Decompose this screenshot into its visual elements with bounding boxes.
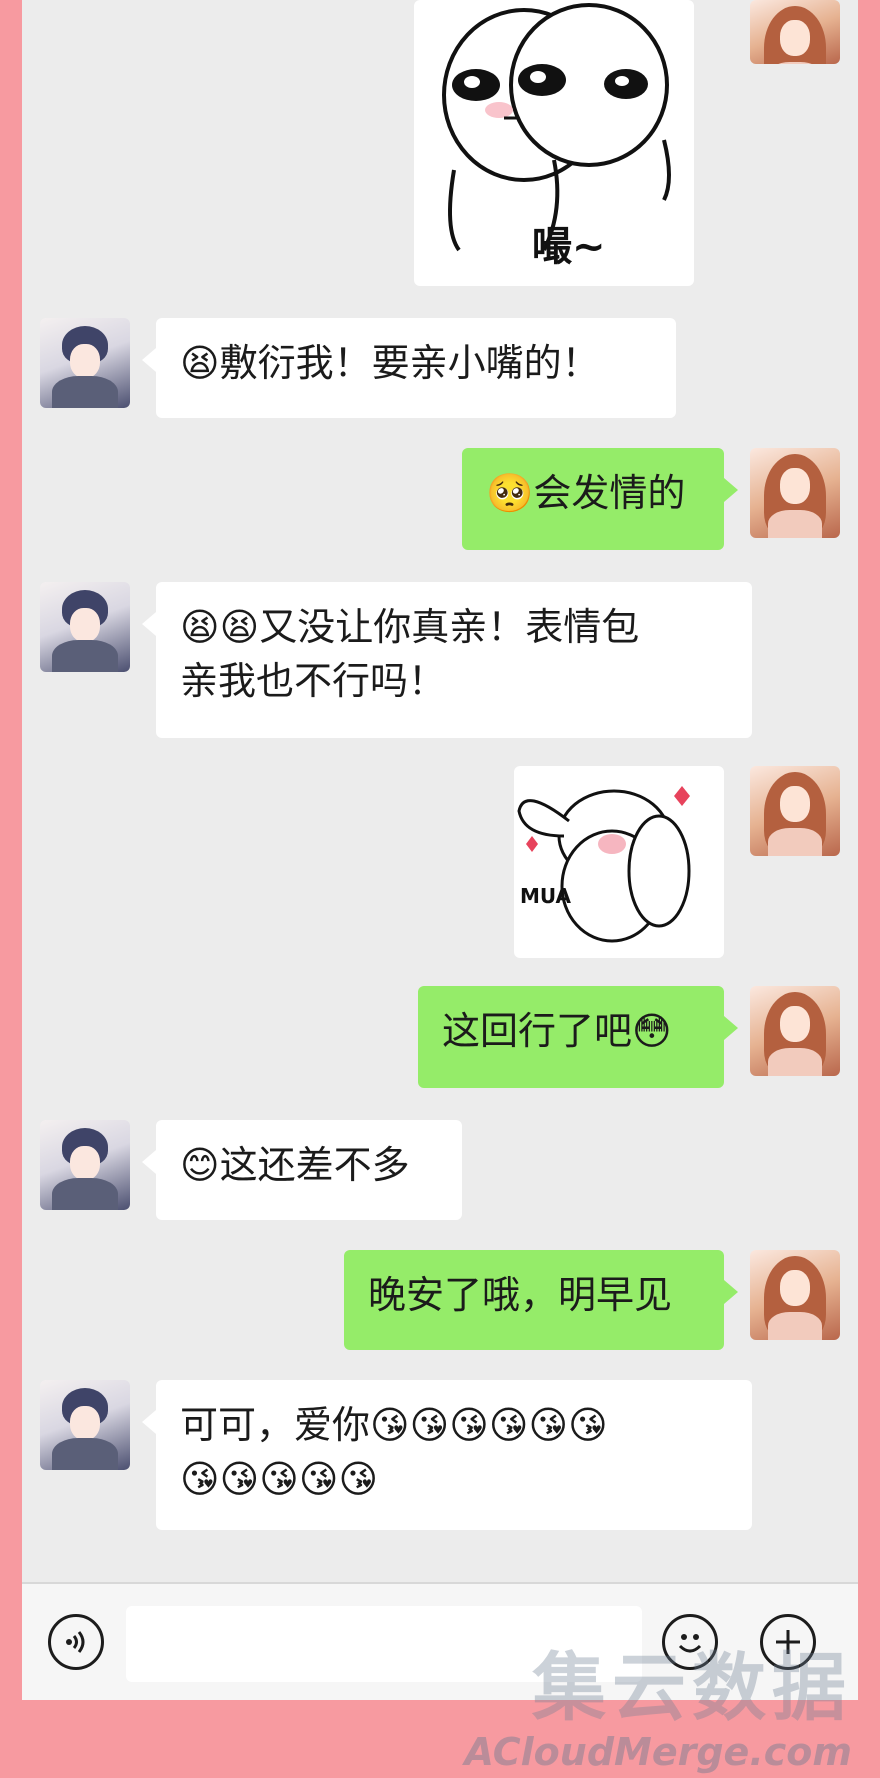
avatar-girl[interactable] — [750, 448, 840, 538]
mua-sticker-image — [517, 786, 691, 943]
avatar-girl[interactable] — [750, 1250, 840, 1340]
watermark-cn: 集云数据 — [532, 1645, 852, 1731]
avatar-boy[interactable] — [40, 1380, 130, 1470]
voice-icon[interactable] — [48, 1614, 104, 1670]
watermark: 集云数据 ACloudMerge.com — [465, 1646, 852, 1774]
chat-screen: 嘬~ 😫敷衍我！要亲小嘴的！ 🥺会发情的 😫😫又没让你真亲！表情包 亲我也不行吗… — [22, 0, 858, 1700]
avatar-girl[interactable] — [750, 766, 840, 856]
message-bubble-received[interactable]: 可可，爱你😘😘😘😘😘😘 😘😘😘😘😘 — [142, 1380, 752, 1530]
message-bubble-sent[interactable]: 🥺会发情的 — [462, 448, 738, 550]
sticker-kiss-caption: 嘬~ — [532, 224, 606, 270]
avatar-boy[interactable] — [40, 582, 130, 672]
sticker-kiss[interactable]: 嘬~ — [414, 0, 694, 286]
message-bubble-received[interactable]: 😫😫又没让你真亲！表情包 亲我也不行吗！ — [142, 582, 752, 738]
avatar-boy[interactable] — [40, 318, 130, 408]
avatar-boy[interactable] — [40, 1120, 130, 1210]
message-bubble-sent[interactable]: 这回行了吧😳 — [418, 986, 738, 1088]
avatar-girl[interactable] — [750, 0, 840, 64]
message-bubble-sent[interactable]: 晚安了哦，明早见 — [344, 1250, 738, 1350]
watermark-en: ACloudMerge.com — [464, 1730, 852, 1774]
sticker-mua[interactable]: MUA — [514, 766, 724, 958]
message-bubble-received[interactable]: 😊这还差不多 — [142, 1120, 462, 1220]
avatar-girl[interactable] — [750, 986, 840, 1076]
sticker-mua-caption: MUA — [520, 884, 572, 908]
message-bubble-received[interactable]: 😫敷衍我！要亲小嘴的！ — [142, 318, 676, 418]
